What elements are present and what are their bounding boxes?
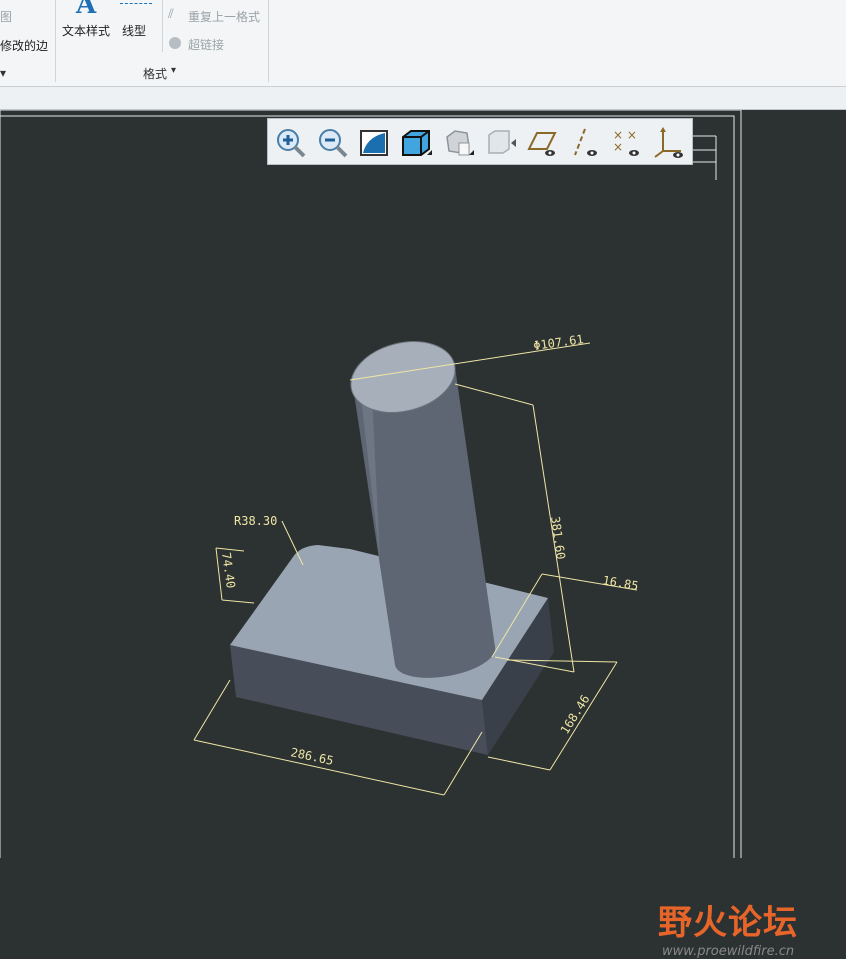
drawing-border-inner [0, 115, 735, 858]
hyperlink-icon [169, 37, 181, 49]
repeat-format-icon: ⫽ [168, 7, 174, 22]
dim-line-width [549, 661, 618, 771]
zoom-out-button[interactable] [315, 125, 349, 159]
ribbon: 图 修改的边 ▾ A 文本样式 线型 ⫽ 重复上一格式 超链接 格式 ▾ [0, 0, 846, 87]
dim-diameter[interactable]: Φ107.61 [532, 332, 584, 353]
line-type-label: 线型 [122, 24, 147, 38]
graphics-header-strip [0, 87, 846, 110]
text-style-label: 文本样式 [62, 24, 111, 38]
watermark-url: www.proewildfire.cn [662, 944, 795, 959]
chevron-down-icon: ▾ [171, 65, 177, 76]
group-divider [55, 0, 56, 82]
view-manager-button[interactable] [483, 125, 517, 159]
datum-plane-display-icon [527, 132, 557, 156]
ext-line [215, 547, 245, 552]
line-type-icon [120, 3, 152, 4]
display-style-button[interactable] [399, 125, 433, 159]
saved-orientations-icon [446, 130, 474, 156]
format-group-button[interactable]: 格式 ▾ [143, 65, 183, 81]
view-toolbar: × × × [267, 118, 693, 165]
watermark-title: 野火论坛 [658, 903, 798, 943]
ext-line [221, 599, 255, 604]
ext-line [487, 756, 551, 771]
view-manager-icon [488, 130, 516, 154]
format-group-label: 格式 [143, 67, 168, 81]
dim-side[interactable]: 74.40 [219, 551, 238, 589]
datum-point-display-button[interactable]: × × × [609, 125, 643, 159]
zoom-in-icon [277, 129, 306, 158]
part-model [230, 341, 554, 755]
coordinate-system-display-button[interactable] [651, 125, 685, 159]
repeat-format-label: 重复上一格式 [188, 10, 261, 24]
datum-plane-display-button[interactable] [525, 125, 559, 159]
ext-line [193, 679, 231, 741]
group-divider [268, 0, 269, 82]
coordinate-system-display-icon [654, 127, 683, 158]
hyperlink-label: 超链接 [188, 38, 225, 52]
svg-text:×: × [613, 140, 623, 154]
left-group-chevron-icon[interactable]: ▾ [0, 66, 6, 80]
ribbon-item-view[interactable]: 图 [0, 8, 12, 25]
model-canvas: Φ107.61 381.60 R38.30 74.40 16.85 286.65… [0, 110, 742, 858]
zoom-in-button[interactable] [273, 125, 307, 159]
datum-point-display-icon: × ×× [613, 128, 639, 156]
ribbon-item-modified-edges[interactable]: 修改的边 [0, 37, 48, 54]
repeat-format-button[interactable]: ⫽ 重复上一格式 [168, 7, 266, 25]
display-style-icon [402, 130, 432, 156]
dim-line-length [193, 739, 445, 796]
ext-line [454, 383, 534, 406]
saved-orientations-button[interactable] [441, 125, 475, 159]
group-divider [162, 0, 163, 52]
dim-radius[interactable]: R38.30 [234, 514, 277, 528]
refit-button[interactable] [357, 125, 391, 159]
text-style-icon: A [76, 0, 97, 20]
dim-height[interactable]: 381.60 [548, 515, 568, 560]
line-type-button[interactable]: 线型 [118, 0, 154, 40]
graphics-viewport[interactable]: Φ107.61 381.60 R38.30 74.40 16.85 286.65… [0, 110, 846, 959]
datum-axis-display-button[interactable] [567, 125, 601, 159]
refit-icon [360, 130, 388, 156]
text-style-button[interactable]: A 文本样式 [60, 0, 114, 40]
dim-length[interactable]: 286.65 [289, 745, 334, 768]
zoom-out-icon [319, 129, 348, 158]
hyperlink-button[interactable]: 超链接 [168, 35, 238, 53]
datum-axis-display-icon [574, 128, 597, 156]
dim-thickness[interactable]: 16.85 [601, 573, 639, 593]
